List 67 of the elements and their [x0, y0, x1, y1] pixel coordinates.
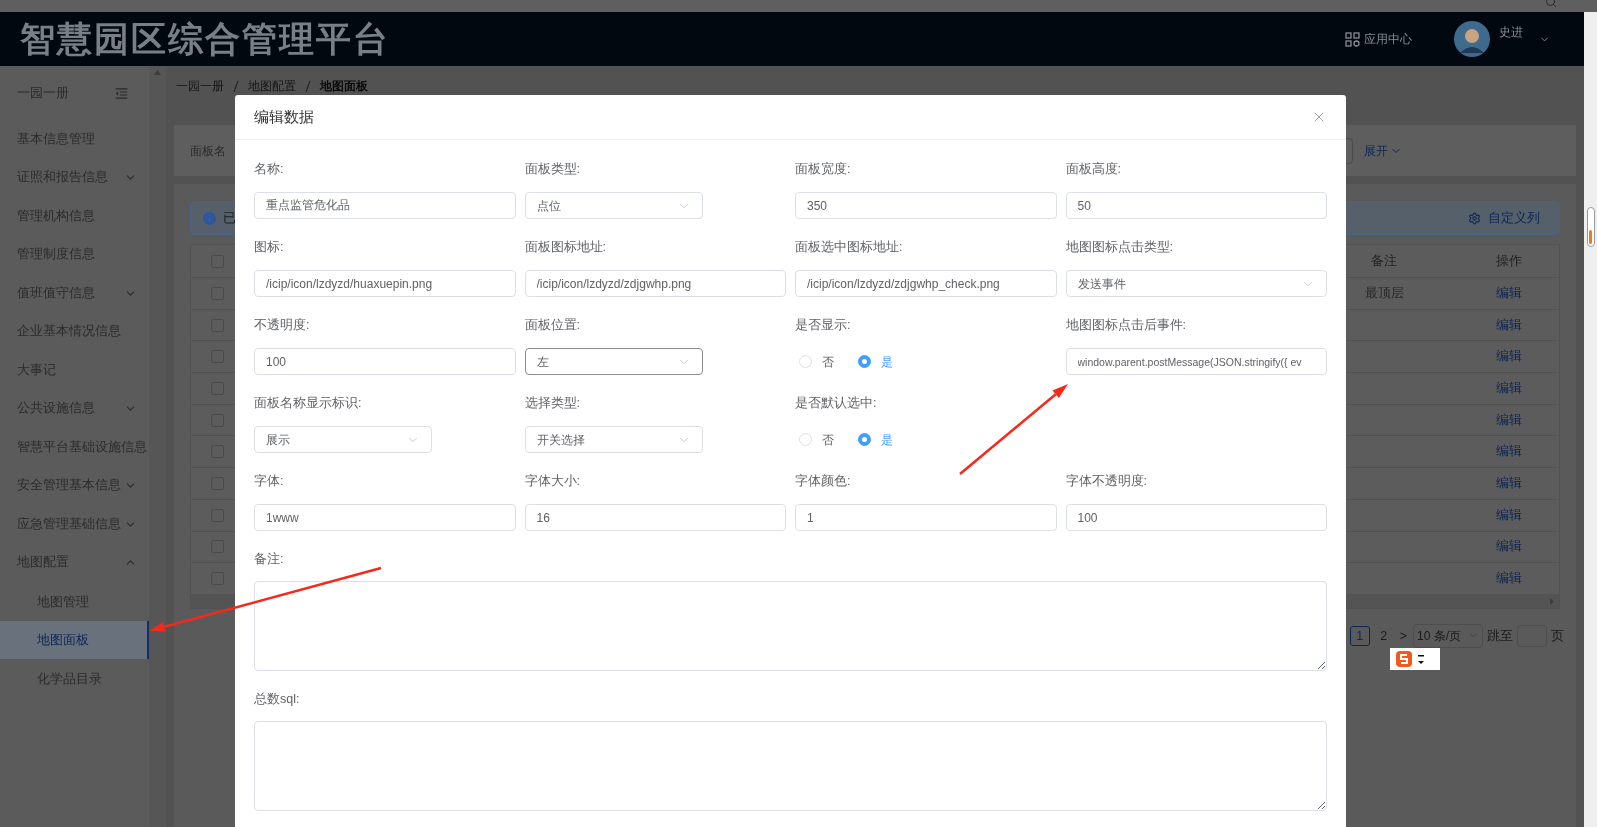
text-field[interactable]: /icip/icon/lzdyzd/zdjgwhp.png	[524, 270, 786, 297]
field-label: 面板图标地址:	[524, 240, 607, 254]
edit-link[interactable]: 编辑	[1496, 537, 1522, 557]
next-page-button[interactable]: >	[1397, 626, 1409, 646]
field-label: 不透明度:	[254, 318, 311, 332]
app-title: 智慧园区综合管理平台	[20, 17, 390, 60]
field-label: 面板高度:	[1065, 162, 1122, 176]
field-label: 字体不透明度:	[1065, 474, 1148, 488]
edit-link[interactable]: 编辑	[1496, 315, 1522, 335]
radio-option[interactable]: 是	[858, 430, 893, 449]
select-field[interactable]: 展示	[254, 426, 432, 453]
field-label: 备注:	[254, 552, 285, 566]
text-field[interactable]: /icip/icon/lzdyzd/huaxuepin.png	[254, 270, 516, 297]
edit-link[interactable]: 编辑	[1496, 379, 1522, 398]
page-size-select[interactable]: 10 条/页	[1413, 623, 1483, 648]
field-label: 名称:	[254, 162, 285, 176]
field-label: 字体:	[254, 474, 285, 488]
field-label: 地图图标点击后事件:	[1065, 318, 1187, 332]
radio-option[interactable]: 是	[858, 352, 893, 371]
text-field[interactable]: 16	[524, 504, 786, 531]
field-label: 是否显示:	[795, 318, 852, 332]
dialog-title: 编辑数据	[254, 106, 314, 127]
field-label: 面板宽度:	[795, 162, 852, 176]
text-field[interactable]: 50	[1065, 192, 1327, 219]
expand-toggle[interactable]: 展开	[1364, 141, 1402, 160]
radio-option[interactable]: 否	[799, 430, 834, 449]
text-field[interactable]: 1www	[254, 504, 516, 531]
field-label: 是否默认选中:	[795, 396, 878, 410]
field-label: 总数sql:	[254, 692, 301, 706]
select-field[interactable]: 左	[524, 348, 703, 375]
field-label: 面板类型:	[524, 162, 581, 176]
text-field[interactable]: 100	[254, 348, 516, 375]
field-label: 面板名称显示标识:	[254, 396, 363, 410]
field-label: 字体大小:	[524, 474, 581, 488]
field-label: 面板选中图标地址:	[795, 240, 904, 254]
column-header: 备注	[1370, 252, 1398, 270]
field-label: 字体颜色:	[795, 474, 852, 488]
edit-link[interactable]: 编辑	[1496, 505, 1522, 525]
sidebar-subitem[interactable]: 地图面板	[0, 620, 149, 659]
user-name[interactable]: 史进	[1499, 23, 1523, 41]
field-label: 地图图标点击类型:	[1065, 240, 1174, 254]
page-button[interactable]: 1	[1349, 625, 1370, 646]
app-center-button[interactable]: 应用中心	[1345, 30, 1412, 48]
text-field[interactable]: 1	[795, 504, 1057, 531]
text-field[interactable]: 100	[1065, 504, 1327, 531]
page-suffix: 页	[1551, 627, 1564, 645]
field-label: 面板位置:	[524, 318, 581, 332]
custom-columns-button[interactable]: 自定义列	[1468, 208, 1540, 228]
jump-label: 跳至	[1487, 627, 1513, 645]
edit-link[interactable]: 编辑	[1496, 442, 1522, 462]
select-field[interactable]: 点位	[524, 192, 703, 219]
edit-link[interactable]: 编辑	[1496, 283, 1522, 303]
text-field[interactable]: 350	[795, 192, 1057, 219]
edit-link[interactable]: 编辑	[1496, 474, 1522, 493]
edit-link[interactable]: 编辑	[1496, 347, 1522, 367]
page-button[interactable]: 2	[1373, 625, 1394, 646]
alert-text: 已	[223, 209, 236, 227]
select-field[interactable]: 开关选择	[524, 426, 703, 453]
edit-link[interactable]: 编辑	[1496, 410, 1522, 430]
text-field[interactable]: /icip/icon/lzdyzd/zdjgwhp_check.png	[795, 270, 1057, 297]
field-label: 选择类型:	[524, 396, 581, 410]
edit-link[interactable]: 编辑	[1496, 569, 1522, 588]
select-field[interactable]: 发送事件	[1065, 270, 1327, 297]
radio-option[interactable]: 否	[799, 352, 834, 371]
field-label: 图标:	[254, 240, 285, 254]
text-field[interactable]: window.parent.postMessage(JSON.stringify({ ev	[1065, 348, 1327, 375]
text-field[interactable]: 重点监管危化品	[254, 192, 516, 219]
